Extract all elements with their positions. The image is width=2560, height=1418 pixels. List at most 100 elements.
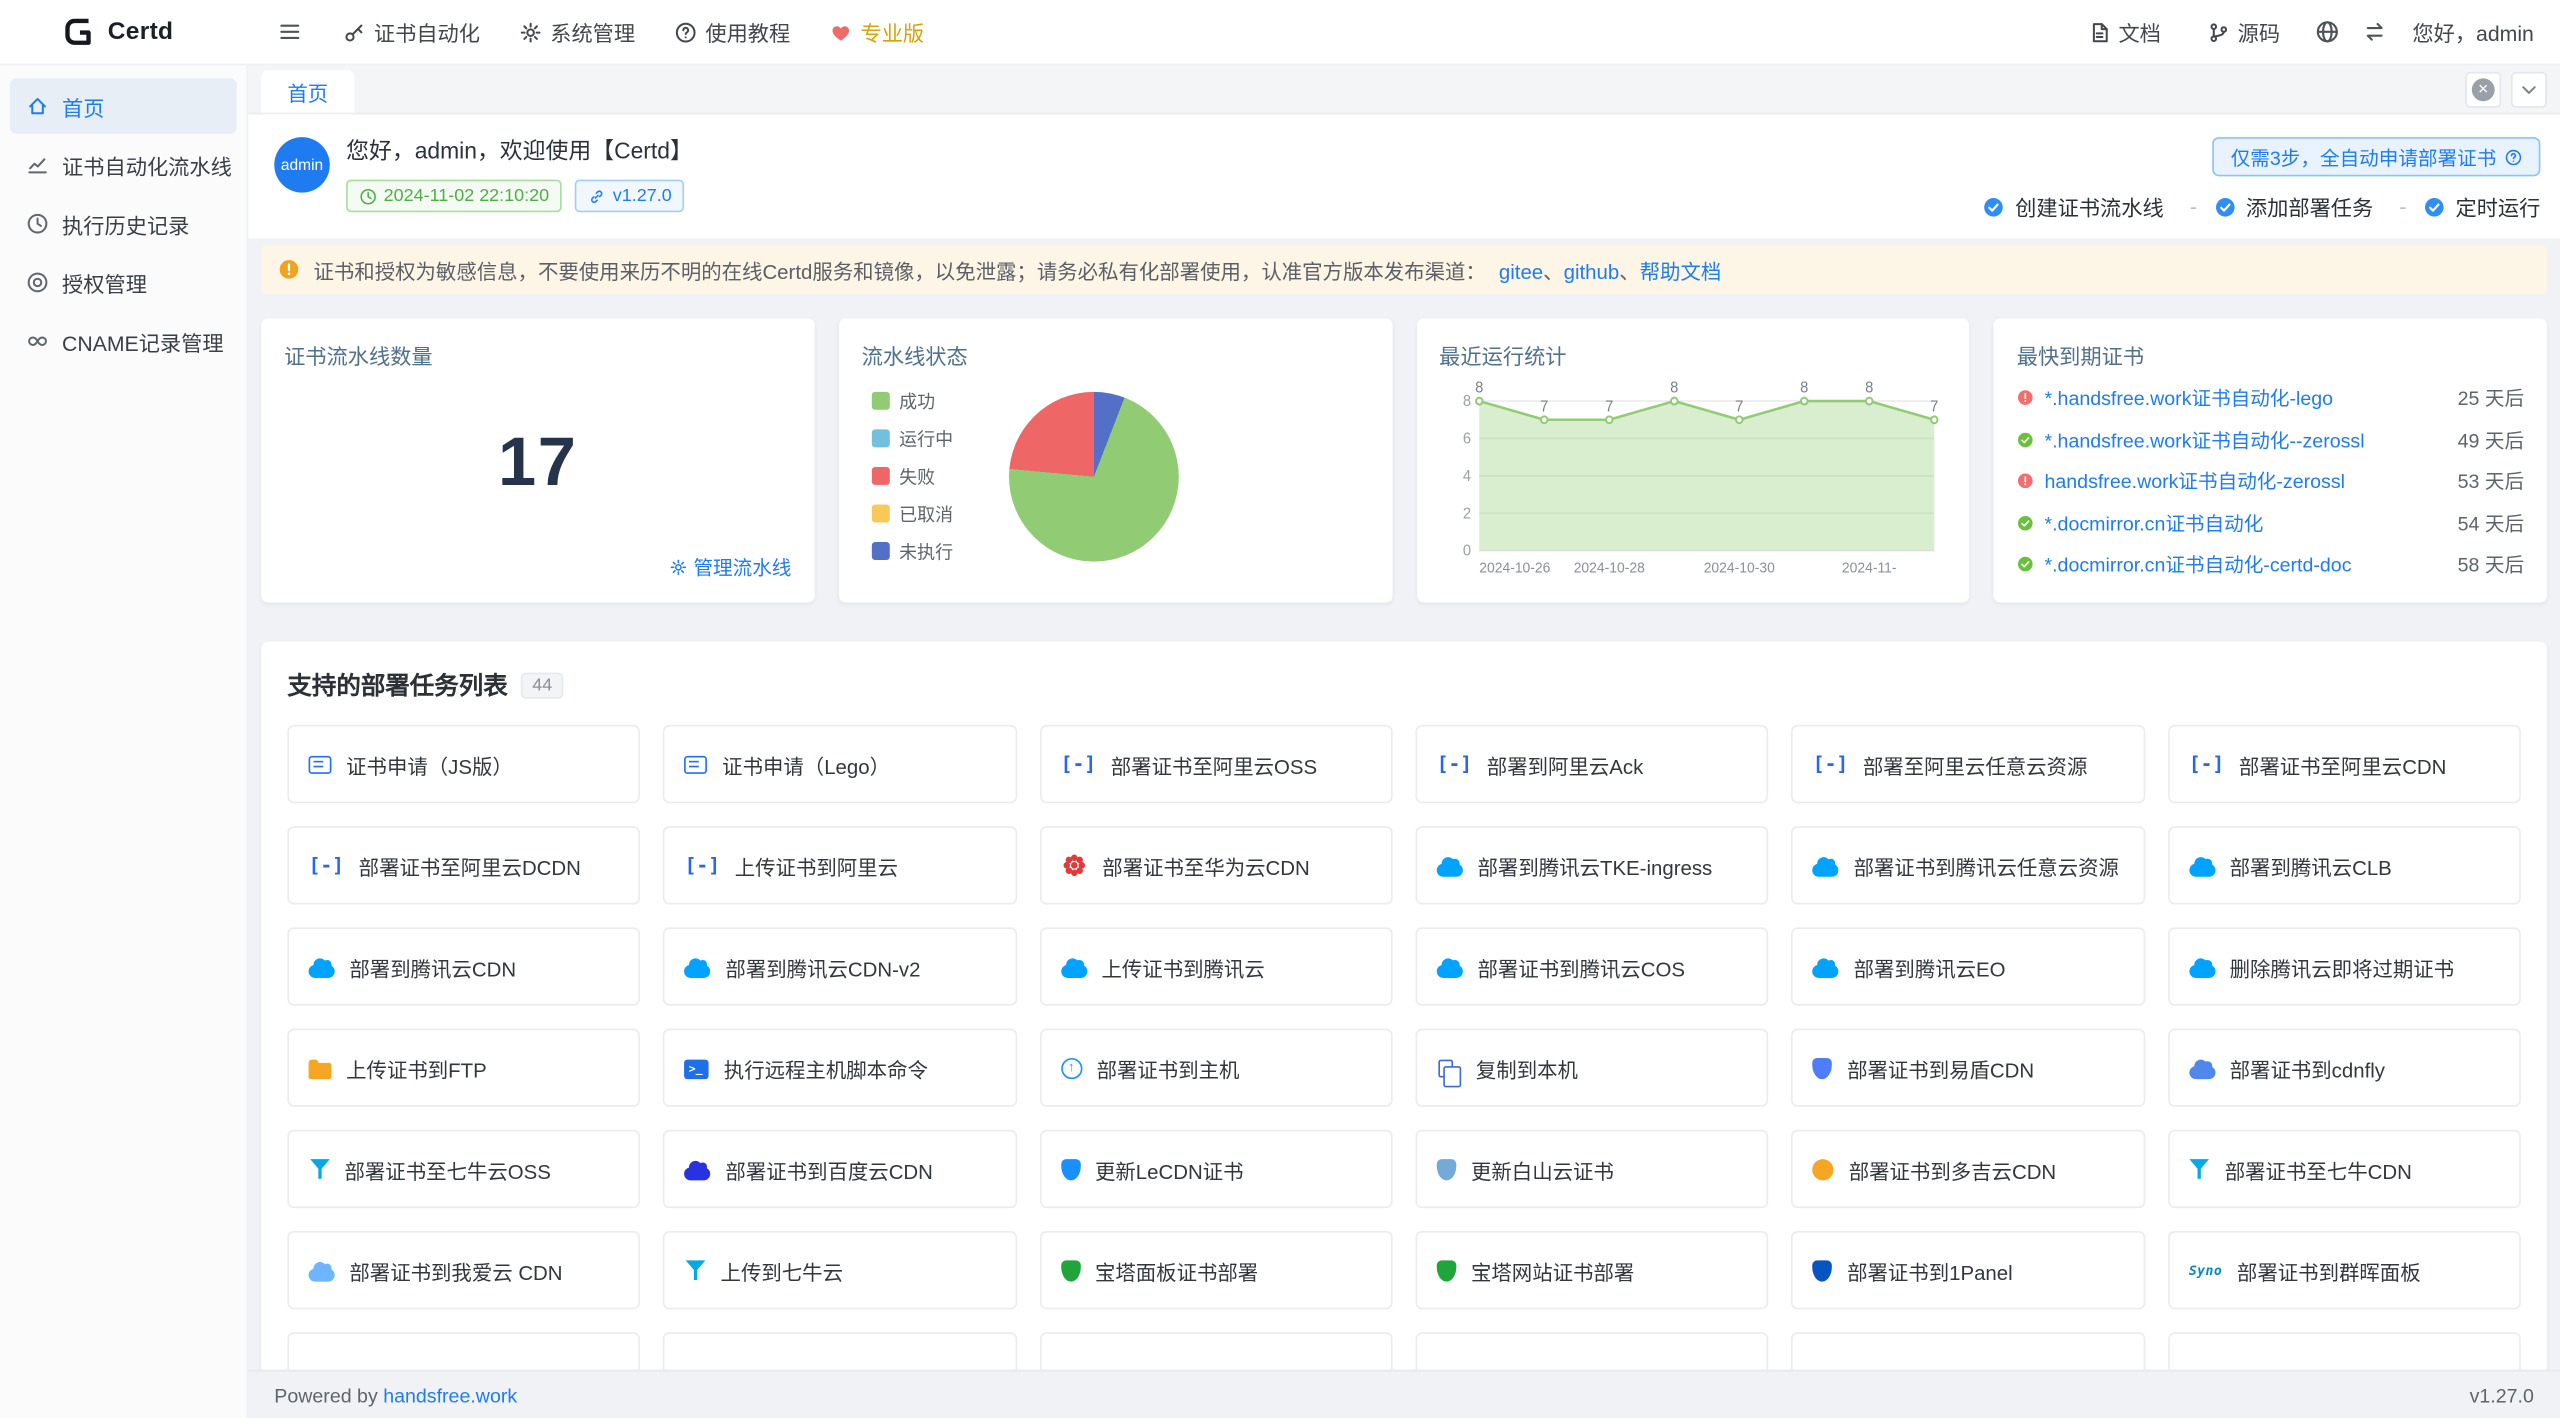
- deploy-task-item[interactable]: [-] 部署到阿里云Ack: [1415, 725, 1768, 803]
- pipeline-status-pie[interactable]: [1009, 391, 1179, 561]
- notice-link[interactable]: gitee: [1499, 260, 1543, 283]
- legend-item[interactable]: 失败: [871, 463, 953, 489]
- deploy-task-item[interactable]: 部署证书至华为云CDN: [1039, 826, 1392, 904]
- deploy-task-item[interactable]: 上传到七牛云: [663, 1231, 1016, 1309]
- tab-menu-button[interactable]: [2511, 72, 2547, 108]
- notice-link[interactable]: github: [1564, 260, 1620, 283]
- certificate-link[interactable]: *.handsfree.work证书自动化--zerossl: [2044, 425, 2447, 453]
- deploy-task-item[interactable]: 宝塔网站证书部署: [1415, 1231, 1768, 1309]
- deploy-task-item[interactable]: 部署证书到多吉云CDN: [1792, 1130, 2145, 1208]
- task-label: 部署证书到我爱云 CDN: [349, 1255, 562, 1286]
- deploy-task-item[interactable]: 部署证书到腾讯云COS: [1415, 927, 1768, 1005]
- avatar[interactable]: admin: [274, 137, 330, 193]
- legend-item[interactable]: 运行中: [871, 425, 953, 451]
- certificate-link[interactable]: *.handsfree.work证书自动化-lego: [2044, 384, 2447, 412]
- task-label: 部署证书到腾讯云COS: [1478, 951, 1685, 982]
- api-switch-button[interactable]: [2355, 13, 2393, 51]
- deploy-task-item[interactable]: [-] 部署证书至阿里云OSS: [1039, 725, 1392, 803]
- svg-text:2024-10-26: 2024-10-26: [1478, 561, 1549, 577]
- handsfree-link[interactable]: handsfree.work: [383, 1384, 517, 1407]
- docs-link[interactable]: 文档: [2069, 0, 2178, 64]
- card-title: 最快到期证书: [2017, 340, 2524, 371]
- sidebar-collapse-button[interactable]: [271, 13, 309, 51]
- guide-button[interactable]: 仅需3步，全自动申请部署证书: [2213, 137, 2541, 176]
- days-remaining: 49 天后: [2458, 425, 2524, 453]
- legend-item[interactable]: 已取消: [871, 500, 953, 526]
- deploy-task-item[interactable]: 部署证书至七牛云OSS: [287, 1130, 640, 1208]
- deploy-task-item[interactable]: [-] 部署至阿里云任意云资源: [1792, 725, 2145, 803]
- deploy-task-item[interactable]: 更新白山云证书: [1415, 1130, 1768, 1208]
- nav-menu-item[interactable]: 证书自动化: [325, 0, 498, 64]
- task-icon: [1813, 1362, 1833, 1370]
- sidebar-item[interactable]: CNAME记录管理: [10, 313, 237, 369]
- task-icon: [685, 964, 711, 977]
- task-icon: [1813, 863, 1839, 876]
- deploy-task-item[interactable]: [-] 部署证书至阿里云DCDN: [287, 826, 640, 904]
- user-greeting[interactable]: 您好，admin: [2412, 16, 2534, 47]
- deploy-task-item[interactable]: 证书申请（JS版）: [287, 725, 640, 803]
- nav-menu-item[interactable]: 专业版: [812, 0, 943, 64]
- legend-item[interactable]: 成功: [871, 388, 953, 414]
- deploy-task-item[interactable]: 上传证书到FTP: [287, 1029, 640, 1107]
- deploy-task-item[interactable]: 部署证书到cdnfly: [2168, 1029, 2521, 1107]
- sidebar-item[interactable]: 授权管理: [10, 255, 237, 311]
- task-icon: [309, 964, 335, 977]
- sidebar-item[interactable]: 首页: [10, 78, 237, 134]
- task-label: 部署到腾讯云EO: [1854, 951, 2006, 982]
- deploy-task-item[interactable]: 部署证书到主机: [1039, 1029, 1392, 1107]
- task-icon: [1061, 1057, 1082, 1078]
- deploy-task-item[interactable]: 部署到腾讯云TKE-ingress: [1415, 826, 1768, 904]
- deploy-task-item[interactable]: 宝塔面板证书部署: [1039, 1231, 1392, 1309]
- deploy-task-item[interactable]: 部署证书到易盾CDN: [1792, 1029, 2145, 1107]
- deploy-task-item[interactable]: Syno 部署证书到群晖面板: [2168, 1231, 2521, 1309]
- tab-close-all-button[interactable]: ×: [2465, 72, 2501, 108]
- deploy-task-item[interactable]: 部署证书至七牛CDN: [2168, 1130, 2521, 1208]
- deploy-task-item[interactable]: [2168, 1332, 2521, 1370]
- deploy-task-item[interactable]: [1039, 1332, 1392, 1370]
- sidebar-item[interactable]: 证书自动化流水线: [10, 137, 237, 193]
- recent-runs-chart[interactable]: 02468877878872024-10-262024-10-282024-10…: [1439, 374, 1946, 581]
- nav-menu-item[interactable]: 系统管理: [501, 0, 653, 64]
- setup-step: 添加部署任务 -: [2213, 191, 2423, 222]
- deploy-task-item[interactable]: [287, 1332, 640, 1370]
- deploy-task-item[interactable]: 部署证书到腾讯云任意云资源: [1792, 826, 2145, 904]
- deploy-task-item[interactable]: 上传证书到腾讯云: [1039, 927, 1392, 1005]
- deploy-task-item[interactable]: 执行远程主机脚本命令: [663, 1029, 1016, 1107]
- deploy-task-item[interactable]: 复制到本机: [1415, 1029, 1768, 1107]
- tab-home[interactable]: 首页: [261, 70, 354, 112]
- deploy-task-item[interactable]: [663, 1332, 1016, 1370]
- task-label: 删除腾讯云即将过期证书: [2230, 951, 2455, 982]
- task-icon: [1437, 863, 1463, 876]
- deploy-task-item[interactable]: [1415, 1332, 1768, 1370]
- deploy-task-item[interactable]: 删除腾讯云即将过期证书: [2168, 927, 2521, 1005]
- deploy-task-item[interactable]: [-] 部署证书至阿里云CDN: [2168, 725, 2521, 803]
- manage-pipelines-link[interactable]: 管理流水线: [669, 553, 791, 581]
- deploy-task-item[interactable]: 部署到腾讯云EO: [1792, 927, 2145, 1005]
- certificate-link[interactable]: *.docmirror.cn证书自动化: [2044, 509, 2447, 537]
- task-label: 部署证书到群晖面板: [2237, 1255, 2421, 1286]
- task-label: 复制到本机: [1476, 1052, 1578, 1083]
- sidebar-item[interactable]: 执行历史记录: [10, 196, 237, 252]
- deploy-task-item[interactable]: 部署证书到1Panel: [1792, 1231, 2145, 1309]
- deploy-task-item[interactable]: 更新LeCDN证书: [1039, 1130, 1392, 1208]
- deploy-task-item[interactable]: [1792, 1332, 2145, 1370]
- version-badge[interactable]: v1.27.0: [575, 180, 685, 213]
- deploy-task-item[interactable]: 证书申请（Lego）: [663, 725, 1016, 803]
- page-content: admin 您好，admin，欢迎使用【Certd】 2024-11-02 22…: [248, 114, 2560, 1370]
- nav-menu-item[interactable]: 使用教程: [656, 0, 808, 64]
- source-link[interactable]: 源码: [2189, 0, 2298, 64]
- notice-link[interactable]: 帮助文档: [1640, 260, 1722, 283]
- certificate-link[interactable]: *.docmirror.cn证书自动化-certd-doc: [2044, 550, 2447, 578]
- brand[interactable]: Certd: [0, 15, 248, 49]
- certificate-link[interactable]: handsfree.work证书自动化-zerossl: [2044, 467, 2447, 495]
- deploy-task-item[interactable]: 部署到腾讯云CDN-v2: [663, 927, 1016, 1005]
- deploy-task-item[interactable]: 部署到腾讯云CLB: [2168, 826, 2521, 904]
- deploy-task-item[interactable]: [-] 上传证书到阿里云: [663, 826, 1016, 904]
- language-button[interactable]: [2308, 13, 2346, 51]
- deploy-task-item[interactable]: 部署证书到我爱云 CDN: [287, 1231, 640, 1309]
- deploy-task-item[interactable]: 部署到腾讯云CDN: [287, 927, 640, 1005]
- swap-icon: [2362, 20, 2386, 44]
- certd-logo-icon: [62, 15, 96, 49]
- deploy-task-item[interactable]: 部署证书到百度云CDN: [663, 1130, 1016, 1208]
- legend-item[interactable]: 未执行: [871, 538, 953, 564]
